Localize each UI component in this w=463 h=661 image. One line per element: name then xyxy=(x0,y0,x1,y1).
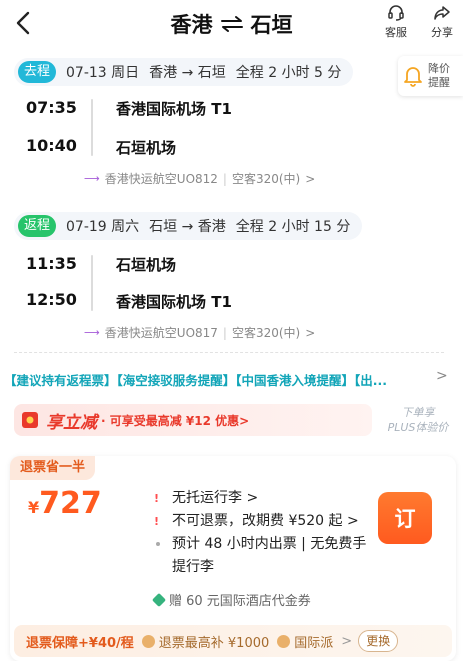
refund-rule[interactable]: ! 不可退票，改期费 ¥520 起 > xyxy=(154,510,369,533)
outbound-departure-airport: 香港国际机场 T1 xyxy=(116,100,232,118)
customer-service-label: 客服 xyxy=(385,26,407,39)
outbound-arrival-airport: 石垣机场 xyxy=(116,139,177,157)
chevron-right-icon: > xyxy=(305,325,316,340)
return-arrival-airport: 香港国际机场 T1 xyxy=(116,293,232,311)
return-aircraft: 空客320(中) xyxy=(231,326,301,340)
notice-links[interactable]: 【建议持有返程票】【海空接驳服务提醒】【中国香港入境提醒】【出... xyxy=(4,370,432,389)
return-departure-airport: 石垣机场 xyxy=(116,256,177,274)
return-route: 石垣 → 香港 xyxy=(149,219,226,235)
share-button[interactable]: 分享 xyxy=(422,4,462,40)
baggage-rule-text: 无托运行李 > xyxy=(172,490,259,506)
chip-2-text: 国际派 xyxy=(294,635,334,651)
refund-protection-strip[interactable]: 退票保障+¥40/程 退票最高补 ¥1000 国际派 > 更换 xyxy=(14,625,452,657)
return-airline: 香港快运航空UO817 xyxy=(104,326,218,340)
outbound-flight-info[interactable]: ⟶ 香港快运航空UO812 | 空客320(中) > xyxy=(84,170,315,187)
chevron-right-icon[interactable]: > xyxy=(341,634,352,649)
divider: | xyxy=(222,171,227,186)
return-flight-info[interactable]: ⟶ 香港快运航空UO817 | 空客320(中) > xyxy=(84,324,315,341)
outbound-departure-time: 07:35 xyxy=(26,98,77,117)
return-duration: 全程 2 小时 15 分 xyxy=(235,219,351,235)
fare-rules: ! 无托运行李 > ! 不可退票，改期费 ¥520 起 > 预计 48 小时内出… xyxy=(154,487,369,579)
ticketing-rule: 预计 48 小时内出票 | 无免费手提行李 xyxy=(154,533,369,579)
outbound-route: 香港 → 石垣 xyxy=(149,65,226,81)
alert-icon: ! xyxy=(154,492,160,505)
international-chip: 国际派 xyxy=(277,632,333,651)
fare-tag: 退票省一半 xyxy=(10,456,96,480)
plus-line-1: 下单享 xyxy=(401,406,435,419)
price-value: 727 xyxy=(39,486,102,521)
refund-compensation-chip: 退票最高补 ¥1000 xyxy=(141,632,270,651)
outbound-timeline xyxy=(91,99,93,156)
price-alert-button[interactable]: 降价 提醒 xyxy=(398,56,463,96)
check-badge-icon xyxy=(141,634,155,648)
customer-service-button[interactable]: 客服 xyxy=(376,4,416,40)
plus-line-2: PLUS体验价 xyxy=(387,421,449,434)
divider: | xyxy=(222,325,227,340)
change-button[interactable]: 更换 xyxy=(358,630,399,652)
outbound-duration: 全程 2 小时 5 分 xyxy=(235,65,342,81)
chip-1-text: 退票最高补 ¥1000 xyxy=(158,635,270,651)
fare-price: ¥727 xyxy=(28,486,102,521)
red-envelope-icon xyxy=(22,412,38,428)
chevron-right-icon[interactable]: > xyxy=(436,368,448,384)
currency-symbol: ¥ xyxy=(28,498,40,517)
title-origin: 香港 xyxy=(170,13,213,37)
bullet-icon xyxy=(156,542,160,546)
return-date: 07-19 周六 xyxy=(66,219,140,235)
return-arrival-time: 12:50 xyxy=(26,290,77,309)
refund-guard-label: 退票保障+¥40/程 xyxy=(26,635,134,651)
return-timeline xyxy=(91,255,93,311)
plus-price-badge[interactable]: 下单享 PLUS体验价 xyxy=(380,405,456,435)
share-icon xyxy=(434,6,450,20)
coupon-text: 赠 60 元国际酒店代金券 xyxy=(169,594,311,609)
outbound-arrival-time: 10:40 xyxy=(26,136,77,155)
ticketing-rule-text: 预计 48 小时内出票 | 无免费手提行李 xyxy=(172,536,367,575)
outbound-airline: 香港快运航空UO812 xyxy=(104,172,218,186)
section-divider xyxy=(14,352,444,353)
return-summary: 返程 07-19 周六 石垣 → 香港 全程 2 小时 15 分 xyxy=(14,212,363,240)
baggage-rule[interactable]: ! 无托运行李 > xyxy=(154,487,369,510)
refund-rule-text: 不可退票，改期费 ¥520 起 > xyxy=(172,513,359,529)
bell-icon xyxy=(404,67,422,87)
round-trip-icon xyxy=(220,16,243,32)
outbound-summary: 去程 07-13 周日 香港 → 石垣 全程 2 小时 5 分 xyxy=(14,58,354,86)
airline-icon: ⟶ xyxy=(84,326,100,339)
outbound-tag: 去程 xyxy=(18,61,57,83)
top-bar: 香港 石垣 客服 分享 xyxy=(0,0,463,48)
hotel-coupon: 赠 60 元国际酒店代金券 xyxy=(151,590,311,609)
check-badge-icon xyxy=(277,634,291,648)
title-destination: 石垣 xyxy=(250,13,293,37)
alert-icon: ! xyxy=(154,515,160,528)
book-button[interactable]: 订 xyxy=(378,492,432,544)
return-departure-time: 11:35 xyxy=(26,254,77,273)
price-alert-label-1: 降价 xyxy=(428,62,450,75)
gift-icon xyxy=(151,592,167,607)
share-label: 分享 xyxy=(431,26,453,39)
instant-discount-banner[interactable]: 享立减 · 可享受最高减 ¥12 优惠> xyxy=(14,404,372,436)
outbound-date: 07-13 周日 xyxy=(66,65,140,81)
airline-icon: ⟶ xyxy=(84,172,100,185)
discount-title: 享立减 xyxy=(46,412,97,433)
discount-desc: · 可享受最高减 ¥12 优惠> xyxy=(101,413,250,428)
price-alert-label-2: 提醒 xyxy=(428,76,450,89)
return-tag: 返程 xyxy=(18,215,57,237)
headset-icon xyxy=(388,5,404,21)
outbound-aircraft: 空客320(中) xyxy=(231,172,301,186)
chevron-right-icon: > xyxy=(305,171,316,186)
